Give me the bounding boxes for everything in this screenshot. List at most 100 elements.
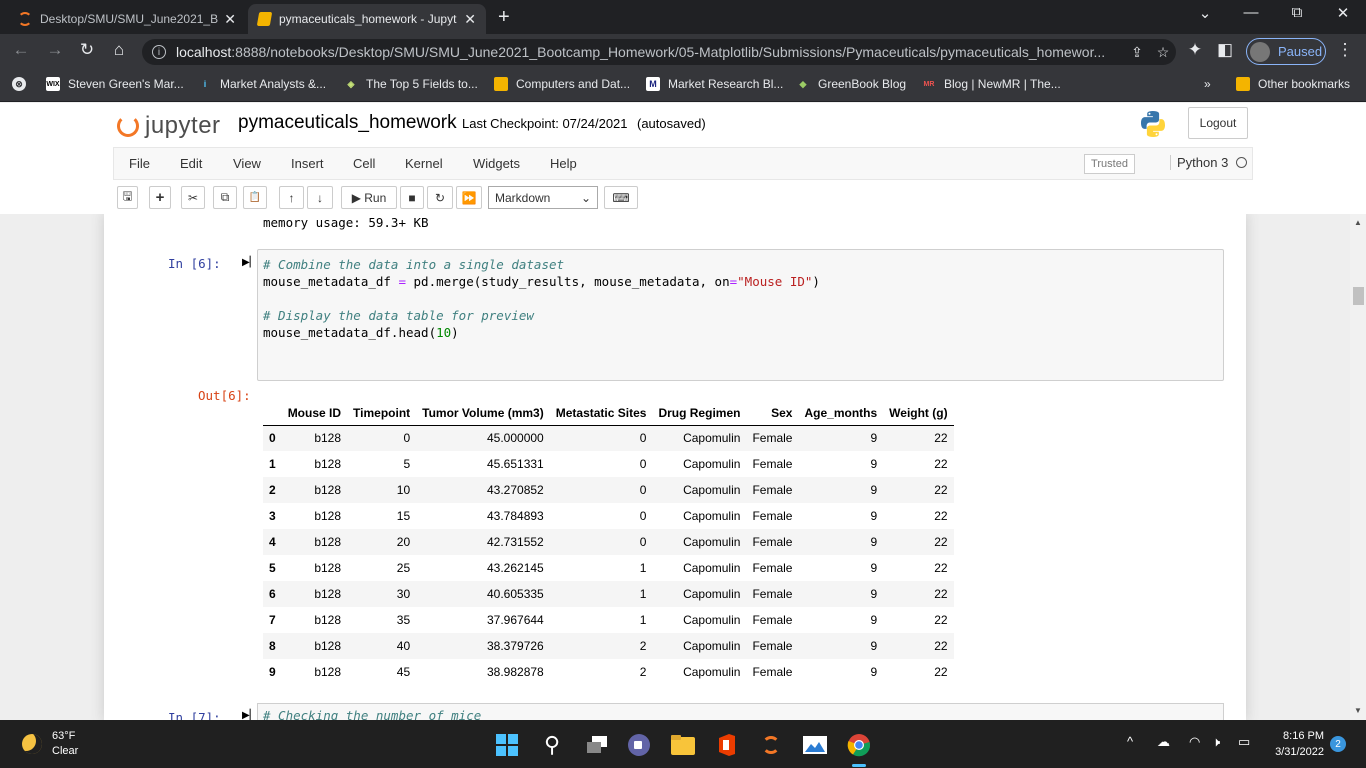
reload-button[interactable]: ↻ [74,40,100,60]
table-cell: Capomulin [683,509,741,523]
bookmark-item[interactable]: MR Blog | NewMR | The... [922,77,1061,91]
onedrive-icon[interactable]: ☁ [1157,734,1170,750]
table-cell: b128 [314,639,342,653]
table-cell: 40 [396,639,411,653]
kernel-name[interactable]: Python 3 [1170,155,1228,170]
new-tab-button[interactable]: + [498,6,510,29]
photos-icon[interactable] [802,732,828,758]
trusted-indicator[interactable]: Trusted [1084,154,1135,174]
move-down-button[interactable]: ↓ [307,186,333,209]
close-tab-icon[interactable]: ✕ [464,11,476,28]
task-view-icon[interactable] [584,732,610,758]
code-cell-input[interactable]: # Combine the data into a single dataset… [257,249,1224,381]
maximize-button[interactable]: ⧉ [1282,4,1312,21]
row-index: 1 [269,457,276,471]
menu-cell[interactable]: Cell [353,156,375,171]
browser-tab-notebook[interactable]: pymaceuticals_homework - Jupyt ✕ [248,4,486,34]
table-row: 5 b128 25 43.262145 1 Capomulin Female 9 22 [263,555,954,581]
row-index: 2 [269,483,276,497]
wifi-icon[interactable]: ◠ [1189,734,1200,750]
minimize-button[interactable]: — [1236,4,1266,21]
notification-badge[interactable]: 2 [1330,736,1346,752]
apps-icon[interactable]: ⊗ [12,77,34,91]
shield-bookmark-icon: ◈ [347,78,355,89]
code-token: mouse_metadata_df [263,274,399,289]
scroll-down-icon[interactable]: ▼ [1350,706,1366,715]
windows-start-icon[interactable] [494,732,520,758]
other-bookmarks[interactable]: Other bookmarks [1236,77,1350,91]
restart-kernel-button[interactable]: ↻ [427,186,453,209]
site-info-icon[interactable]: i [152,45,166,59]
notebook-name[interactable]: pymaceuticals_homework [238,112,457,134]
side-panel-icon[interactable]: ◧ [1212,40,1238,60]
tray-overflow-icon[interactable]: ^ [1127,734,1133,749]
run-cell-indicator-icon[interactable]: ▶▏ [242,710,257,720]
jupyter-logo[interactable]: jupyter [117,112,221,140]
close-tab-icon[interactable]: ✕ [224,11,236,28]
menu-help[interactable]: Help [550,156,577,171]
weather-widget[interactable]: 63°F Clear [22,729,78,759]
table-row: 0 b128 0 45.000000 0 Capomulin Female 9 22 [263,425,954,451]
run-button[interactable]: ▶ Run [341,186,397,209]
chrome-icon[interactable] [846,732,872,758]
copy-button[interactable]: ⧉ [213,186,237,209]
address-bar[interactable]: i localhost:8888/notebooks/Desktop/SMU/S… [142,39,1176,65]
back-button[interactable]: ← [8,40,34,60]
moon-icon [22,734,42,754]
scroll-up-icon[interactable]: ▲ [1350,218,1366,227]
bookmark-item[interactable]: Computers and Dat... [494,77,630,91]
bookmark-item[interactable]: i Market Analysts &... [198,77,326,91]
bookmark-item[interactable]: M Market Research Bl... [646,77,783,91]
interrupt-button[interactable]: ■ [400,186,424,209]
office-icon[interactable] [714,732,740,758]
system-clock[interactable]: 8:16 PM 3/31/2022 [1266,728,1324,760]
table-row: 1 b128 5 45.651331 0 Capomulin Female 9 22 [263,451,954,477]
volume-muted-icon[interactable]: 🕨 [1212,734,1220,750]
insert-cell-button[interactable]: + [149,186,171,209]
column-header: Tumor Volume (mm3) [416,401,550,426]
paste-button[interactable]: 📋 [243,186,267,209]
run-cell-indicator-icon[interactable]: ▶▏ [242,257,257,268]
cell-type-select[interactable]: Markdown ⌄ [488,186,598,209]
bookmark-item[interactable]: ◆ GreenBook Blog [796,77,907,91]
menu-kernel[interactable]: Kernel [405,156,443,171]
profile-button[interactable]: Paused [1246,38,1326,65]
share-icon[interactable]: ⇪ [1124,44,1150,61]
bookmark-item[interactable]: ◈ The Top 5 Fields to... [344,77,478,91]
menu-view[interactable]: View [233,156,261,171]
bookmark-star-icon[interactable]: ☆ [1150,44,1176,61]
browser-menu-icon[interactable]: ⋮ [1332,40,1358,60]
kernel-idle-icon [1236,157,1247,168]
table-cell: 22 [934,457,948,471]
extensions-icon[interactable]: ✦ [1182,40,1208,60]
menu-widgets[interactable]: Widgets [473,156,520,171]
file-explorer-icon[interactable] [670,732,696,758]
menu-insert[interactable]: Insert [291,156,324,171]
column-header: Mouse ID [281,401,348,426]
menu-edit[interactable]: Edit [180,156,202,171]
command-palette-button[interactable]: ⌨ [604,186,638,209]
table-cell: 22 [934,431,948,446]
scrollbar-thumb[interactable] [1353,287,1364,305]
table-cell: 22 [934,665,948,679]
forward-button[interactable]: → [42,40,68,60]
logout-button[interactable]: Logout [1188,107,1248,139]
jupyter-taskbar-icon[interactable] [758,732,784,758]
page-scrollbar[interactable]: ▲ ▼ [1350,214,1366,720]
battery-icon[interactable]: ▭ [1238,734,1250,750]
bookmark-item[interactable]: WIX Steven Green's Mar... [46,77,184,91]
chat-icon[interactable] [626,732,652,758]
cut-button[interactable]: ✂ [181,186,205,209]
save-button[interactable]: 🖫 [117,186,138,209]
menu-file[interactable]: File [129,156,150,171]
restart-run-all-button[interactable]: ⏩ [456,186,482,209]
table-cell: 37.967644 [487,613,544,627]
search-icon[interactable]: ⚲ [539,732,565,758]
bookmarks-overflow-button[interactable]: » [1204,77,1211,91]
move-up-button[interactable]: ↑ [279,186,304,209]
home-button[interactable]: ⌂ [106,40,132,60]
browser-tab-desktop[interactable]: Desktop/SMU/SMU_June2021_Bo ✕ [8,4,246,34]
code-cell-input[interactable]: # Checking the number of mice [257,703,1224,720]
close-window-button[interactable]: ✕ [1328,4,1358,22]
tab-search-button[interactable]: ⌄ [1190,4,1220,22]
